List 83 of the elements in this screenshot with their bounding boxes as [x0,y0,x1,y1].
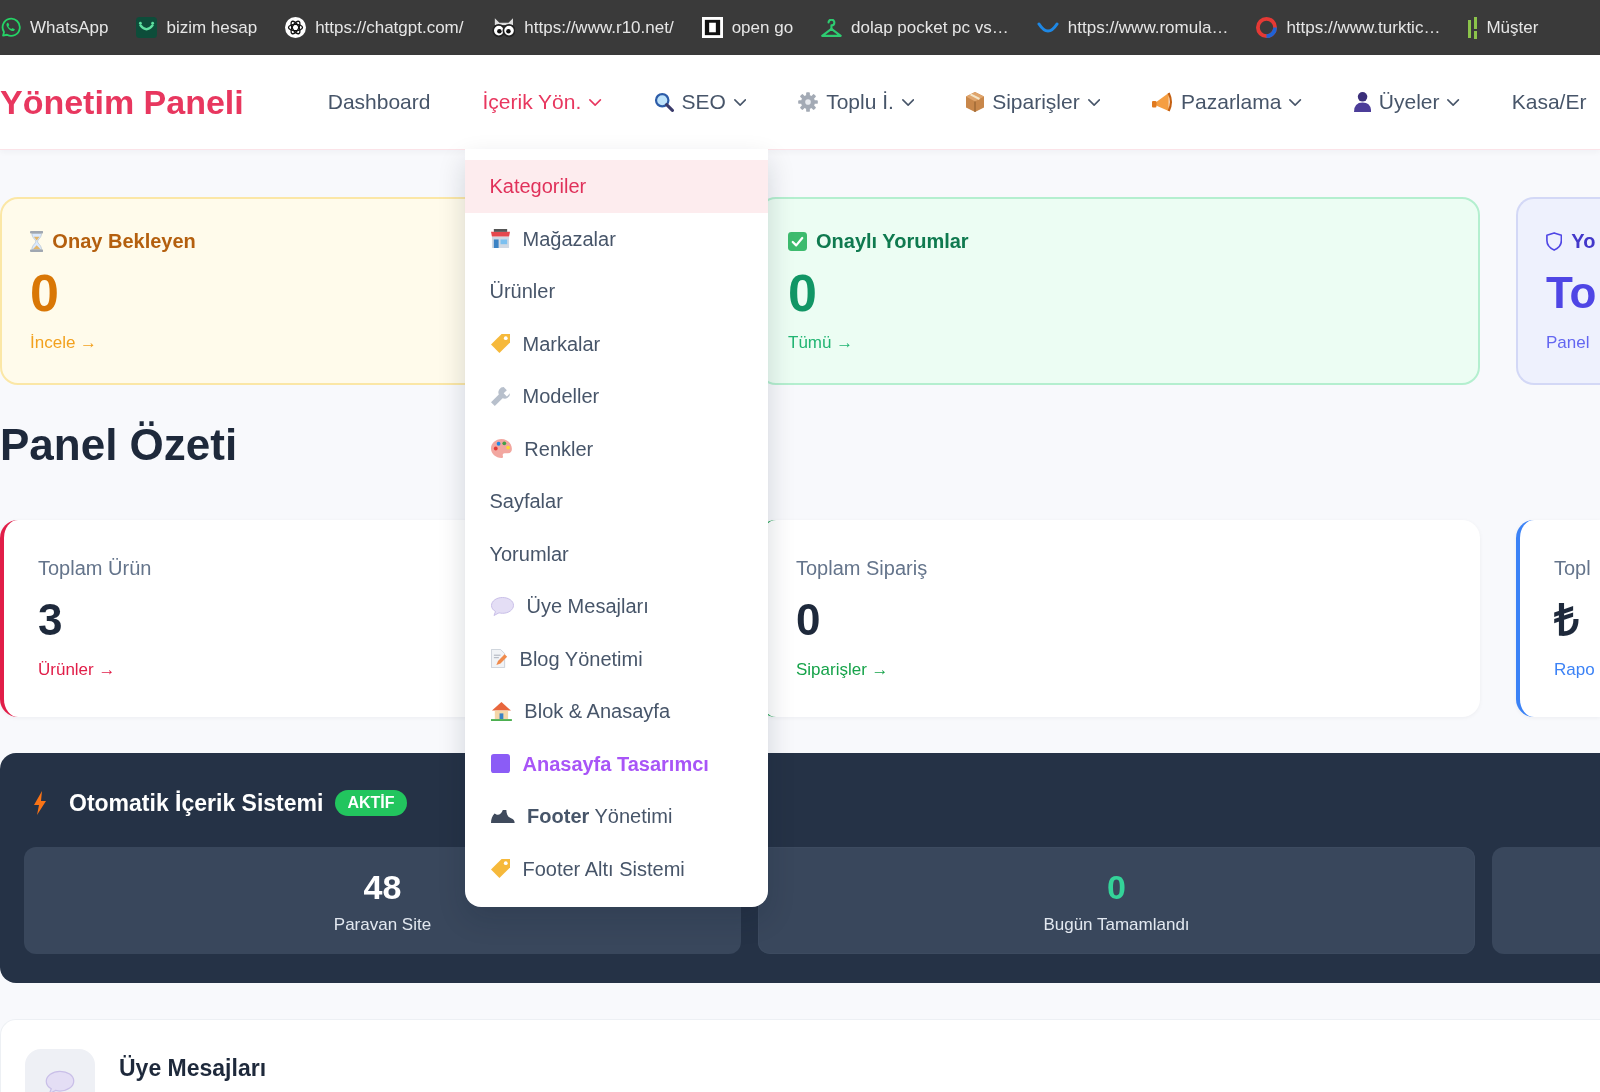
panel-title: Otomatik İçerik Sistemi [69,789,324,817]
bookmark[interactable]: https://www.turktic… [1256,14,1441,41]
card-value: 0 [30,265,59,321]
stat-label: Toplam Sipariş [796,556,928,580]
stat-label: Topl [1554,556,1591,580]
person-icon [1353,92,1371,112]
bookmark[interactable]: WhatsApp [0,14,109,41]
curve-icon [1036,21,1059,34]
nav-link[interactable]: Siparişler [966,86,1100,118]
ring-icon [1256,17,1278,38]
menu-item[interactable]: Yorumlar [465,527,769,580]
nav-link[interactable]: Üyeler [1353,86,1460,118]
menu-item[interactable]: Ürünler [465,265,769,318]
stat-link[interactable]: Ürünler → [38,658,116,682]
bookmark[interactable]: open go [701,14,794,41]
menu-item[interactable]: Anasayfa Tasarımcı [465,737,769,790]
house-icon [491,701,513,721]
menu-item[interactable]: Footer Yönetimi [465,790,769,843]
card-title: Yo [1571,229,1596,253]
memo-icon [491,649,508,669]
card-value: To [1546,267,1597,319]
stat-link[interactable]: Rapo [1554,658,1595,682]
card-title: Onay Bekleyen [52,229,196,253]
shield-icon [1546,231,1563,251]
owl-icon [491,17,516,38]
menu-item[interactable]: Modeller [465,370,769,423]
square-icon [701,17,723,38]
megaphone-icon [1151,92,1173,112]
card-link[interactable]: Panel [1546,331,1590,355]
nav-link[interactable]: Kasa/Er [1511,86,1587,118]
menu-item[interactable]: Renkler [465,422,769,475]
menu-item[interactable]: Mağazalar [465,212,769,265]
nav-link[interactable]: SEO [653,86,747,118]
wrench-icon [491,386,511,406]
bookmark[interactable]: bizim hesap [136,14,258,41]
stat-value: ₺ [1554,596,1579,644]
brand-title[interactable]: Yönetim Paneli [0,82,244,122]
stat-value: 3 [38,596,63,644]
nav-link[interactable]: Dashboard [327,86,431,118]
status-badge: AKTİF [335,790,407,816]
menu-item[interactable]: Blog Yönetimi [465,632,769,685]
lightning-icon [34,791,46,815]
speech-bubble-icon [491,596,515,616]
metric-value: 0 [1107,867,1126,907]
card-title: Onaylı Yorumlar [816,229,969,253]
bookmark[interactable]: https://chatgpt.com/ [285,14,464,41]
hourglass-icon [30,230,44,252]
hanger-icon [821,18,842,37]
nav-link[interactable]: İçerik Yön. [482,86,602,118]
search-icon [653,92,674,112]
bars-icon [1468,16,1478,39]
shoe-icon [491,809,516,823]
metric-label: Bugün Tamamlandı [1043,914,1190,936]
page-heading: Panel Özeti [0,419,238,471]
storefront-icon [491,229,511,249]
card-value: 0 [788,265,817,321]
bookmark[interactable]: https://www.r10.net/ [491,14,674,41]
bookmark[interactable]: Müşter [1468,14,1539,41]
metric-label: Paravan Site [333,914,432,936]
chat-bubble-icon [0,17,21,38]
tag-icon [491,334,511,354]
gear-icon [798,92,819,112]
menu-item[interactable]: Markalar [465,317,769,370]
menu-item[interactable]: Kategoriler [465,160,769,213]
atom-icon [285,17,307,38]
bookmark[interactable]: dolap pocket pc vs… [821,14,1009,41]
nav-link[interactable]: Pazarlama [1151,86,1302,118]
package-icon [966,92,985,112]
menu-item[interactable]: Blok & Anasayfa [465,685,769,738]
menu-item[interactable]: Footer Altı Sistemi [465,842,769,895]
panel-title: Üye Mesajları [119,1054,267,1082]
tag-icon [491,859,511,879]
square-icon [491,754,511,774]
checkbox-icon [788,231,807,251]
menu-item[interactable]: Sayfalar [465,475,769,528]
bookmark[interactable]: https://www.romula… [1036,14,1229,41]
smile-icon [136,17,158,38]
stat-label: Toplam Ürün [38,556,152,580]
menu-item[interactable]: Üye Mesajları [465,580,769,633]
metric-value: 48 [363,867,402,907]
stat-value: 0 [796,596,821,644]
nav-link[interactable]: Toplu İ. [798,86,915,118]
palette-icon [491,439,513,459]
